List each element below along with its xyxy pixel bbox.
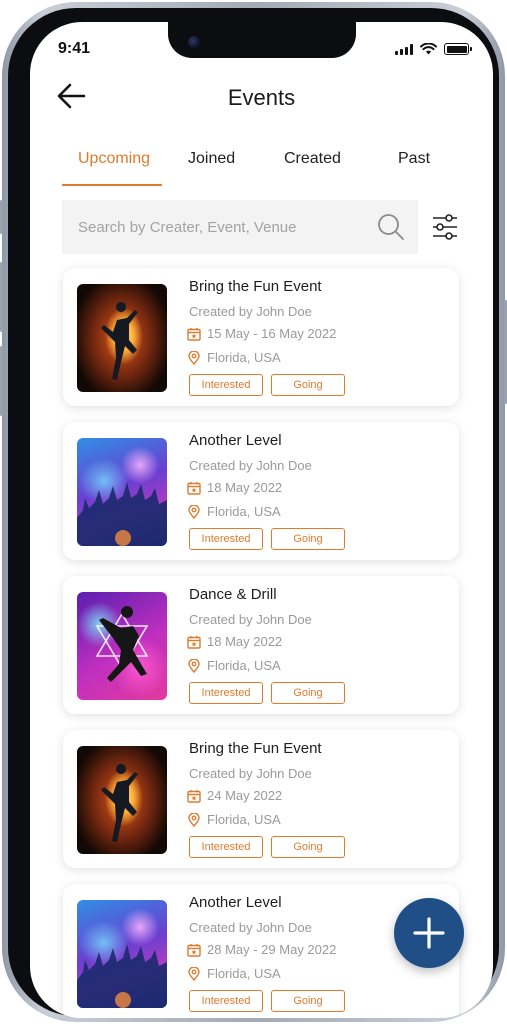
signal-icon [395, 43, 413, 55]
event-date: 28 May - 29 May 2022 [187, 942, 336, 957]
status-icons [395, 43, 472, 55]
event-poster-image [77, 746, 167, 854]
event-date-text: 24 May 2022 [207, 788, 283, 803]
filter-sliders-icon[interactable] [430, 212, 460, 242]
mute-switch [0, 200, 3, 234]
calendar-icon [187, 789, 201, 803]
search-bar [62, 200, 418, 254]
event-creator: Created by John Doe [189, 458, 312, 473]
battery-icon [444, 43, 472, 55]
event-location: Florida, USA [187, 658, 281, 673]
tab-joined[interactable]: Joined [188, 150, 235, 168]
event-date: 18 May 2022 [187, 634, 282, 649]
phone-bezel: 9:41 Events Upcoming Joined Created Past… [8, 8, 499, 1018]
event-location: Florida, USA [187, 350, 281, 365]
crowd-silhouette [77, 944, 167, 1008]
location-pin-icon [188, 966, 200, 981]
calendar-icon [187, 635, 201, 649]
page-title: Events [227, 85, 296, 110]
event-title: Bring the Fun Event [189, 278, 322, 295]
going-button[interactable]: Going [271, 836, 345, 858]
interested-button[interactable]: Interested [189, 374, 263, 396]
event-location-text: Florida, USA [207, 658, 281, 673]
event-date: 15 May - 16 May 2022 [187, 326, 336, 341]
event-tabs: Upcoming Joined Created Past [60, 150, 470, 186]
interested-button[interactable]: Interested [189, 682, 263, 704]
event-date-text: 15 May - 16 May 2022 [207, 326, 337, 341]
event-title: Bring the Fun Event [189, 740, 322, 757]
event-list: Bring the Fun Event Created by John Doe … [63, 268, 459, 1018]
status-time: 9:41 [58, 40, 91, 57]
front-camera [188, 36, 200, 48]
tab-upcoming[interactable]: Upcoming [78, 150, 150, 168]
event-poster-image [77, 438, 167, 546]
event-date-text: 18 May 2022 [207, 634, 283, 649]
calendar-icon [187, 943, 201, 957]
create-event-button[interactable] [394, 898, 464, 968]
event-title: Another Level [189, 432, 282, 449]
dancer-silhouette [101, 764, 138, 842]
camera-notch [168, 22, 356, 58]
interested-button[interactable]: Interested [189, 528, 263, 550]
event-card[interactable]: Dance & Drill Created by John Doe 18 May… [63, 576, 459, 714]
active-tab-indicator [62, 184, 162, 186]
event-title: Dance & Drill [189, 586, 277, 603]
volume-up-button [0, 262, 3, 332]
event-creator: Created by John Doe [189, 920, 312, 935]
location-pin-icon [188, 658, 200, 673]
location-pin-icon [188, 504, 200, 519]
interested-button[interactable]: Interested [189, 990, 263, 1012]
wifi-icon [420, 43, 437, 55]
battery-level [446, 45, 467, 53]
event-location-text: Florida, USA [207, 350, 281, 365]
event-location: Florida, USA [187, 812, 281, 827]
event-location-text: Florida, USA [207, 966, 281, 981]
event-location-text: Florida, USA [207, 812, 281, 827]
event-poster-image [77, 592, 167, 700]
going-button[interactable]: Going [271, 682, 345, 704]
event-location: Florida, USA [187, 966, 281, 981]
event-card[interactable]: Another Level Created by John Doe 18 May… [63, 422, 459, 560]
location-pin-icon [188, 350, 200, 365]
location-pin-icon [188, 812, 200, 827]
star-dancer-silhouette [95, 606, 149, 682]
crowd-silhouette [77, 482, 167, 546]
search-icon[interactable] [376, 212, 406, 242]
event-date-text: 18 May 2022 [207, 480, 283, 495]
search-input[interactable] [78, 218, 368, 236]
event-creator: Created by John Doe [189, 766, 312, 781]
tab-past[interactable]: Past [398, 150, 430, 168]
event-card[interactable]: Bring the Fun Event Created by John Doe … [63, 268, 459, 406]
event-date-text: 28 May - 29 May 2022 [207, 942, 337, 957]
event-date: 24 May 2022 [187, 788, 282, 803]
interested-button[interactable]: Interested [189, 836, 263, 858]
event-poster-image [77, 284, 167, 392]
event-date: 18 May 2022 [187, 480, 282, 495]
event-creator: Created by John Doe [189, 304, 312, 319]
event-location-text: Florida, USA [207, 504, 281, 519]
app-screen: 9:41 Events Upcoming Joined Created Past… [30, 22, 493, 1018]
dancer-silhouette [101, 302, 138, 380]
event-location: Florida, USA [187, 504, 281, 519]
going-button[interactable]: Going [271, 990, 345, 1012]
event-poster-image [77, 900, 167, 1008]
event-card[interactable]: Bring the Fun Event Created by John Doe … [63, 730, 459, 868]
going-button[interactable]: Going [271, 374, 345, 396]
plus-icon [413, 917, 445, 949]
calendar-icon [187, 481, 201, 495]
tab-created[interactable]: Created [284, 150, 341, 168]
calendar-icon [187, 327, 201, 341]
volume-down-button [0, 346, 3, 416]
event-title: Another Level [189, 894, 282, 911]
event-creator: Created by John Doe [189, 612, 312, 627]
phone-frame: 9:41 Events Upcoming Joined Created Past… [2, 2, 505, 1022]
going-button[interactable]: Going [271, 528, 345, 550]
